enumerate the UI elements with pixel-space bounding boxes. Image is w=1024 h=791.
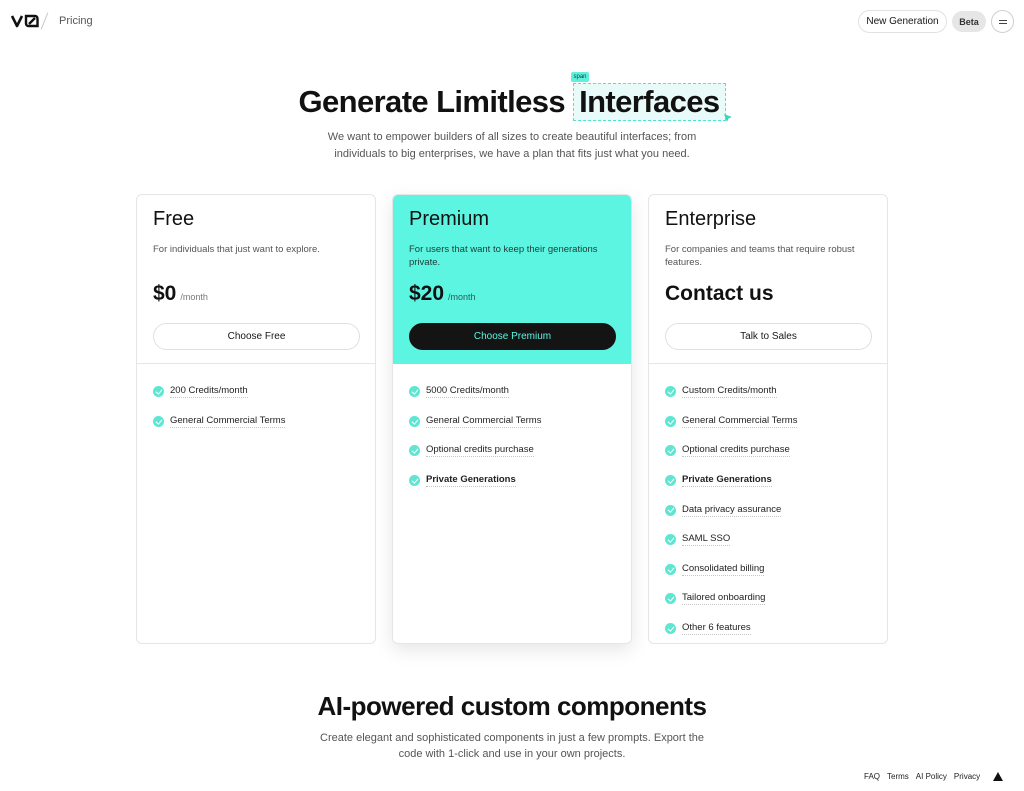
feature-item: SAML SSO	[665, 525, 797, 555]
new-generation-button[interactable]: New Generation	[858, 10, 947, 33]
check-icon	[665, 534, 676, 546]
feature-item[interactable]: Other 6 features	[665, 614, 797, 643]
feature-item: Private Generations	[409, 466, 541, 496]
v0-logo[interactable]	[11, 14, 39, 28]
breadcrumb-separator	[40, 12, 49, 30]
check-icon	[153, 415, 164, 427]
check-icon	[409, 445, 420, 457]
contact-us-text: Contact us	[665, 282, 774, 305]
feature-list: 200 Credits/month General Commercial Ter…	[153, 377, 286, 437]
feature-item: Optional credits purchase	[665, 436, 797, 466]
feature-list: Custom Credits/month General Commercial …	[665, 377, 798, 643]
footer-link-faq[interactable]: FAQ	[864, 772, 880, 781]
plan-description: For individuals that just want to explor…	[153, 244, 320, 255]
check-icon	[665, 475, 676, 487]
feature-item: General Commercial Terms	[409, 407, 542, 437]
price-period: /month	[448, 292, 476, 302]
feature-item: 200 Credits/month	[153, 377, 285, 407]
plan-header: Enterprise For companies and teams that …	[649, 195, 887, 364]
page-title: Generate Limitless Interfaces	[0, 83, 1024, 121]
footer-link-ai-policy[interactable]: AI Policy	[916, 772, 947, 781]
plan-header: Premium For users that want to keep thei…	[393, 195, 631, 364]
menu-icon	[999, 20, 1007, 21]
check-icon	[665, 415, 676, 427]
check-icon	[665, 386, 676, 398]
feature-item: Data privacy assurance	[665, 495, 797, 525]
check-icon	[665, 563, 676, 575]
plan-card-enterprise: Enterprise For companies and teams that …	[648, 194, 888, 644]
check-icon	[153, 386, 164, 398]
feature-item: Custom Credits/month	[665, 377, 797, 407]
price-amount: $20	[409, 282, 445, 305]
feature-item: General Commercial Terms	[665, 407, 798, 437]
choose-premium-button[interactable]: Choose Premium	[409, 323, 616, 350]
feature-list: 5000 Credits/month General Commercial Te…	[409, 377, 542, 496]
check-icon	[665, 445, 676, 457]
check-icon	[665, 504, 676, 516]
top-bar: Pricing New Generation Beta	[0, 0, 1024, 44]
footer-links: FAQ Terms AI Policy Privacy	[864, 772, 1004, 781]
plan-name: Premium	[409, 208, 490, 230]
check-icon	[665, 593, 676, 605]
plan-price: $20 /month	[409, 282, 476, 306]
menu-button[interactable]	[991, 10, 1014, 33]
talk-to-sales-button[interactable]: Talk to Sales	[665, 323, 872, 350]
footer-link-terms[interactable]: Terms	[887, 772, 909, 781]
feature-item: 5000 Credits/month	[409, 377, 541, 407]
title-highlight: Interfaces	[573, 83, 726, 121]
price-period: /month	[180, 292, 208, 302]
feature-item: Private Generations	[665, 466, 797, 496]
vercel-triangle-icon[interactable]	[993, 772, 1004, 781]
check-icon	[409, 475, 420, 487]
span-tag: span	[571, 72, 589, 82]
plan-header: Free For individuals that just want to e…	[137, 195, 375, 364]
beta-badge: Beta	[952, 11, 986, 32]
footer-link-privacy[interactable]: Privacy	[954, 772, 980, 781]
choose-free-button[interactable]: Choose Free	[153, 323, 360, 350]
check-icon	[665, 623, 676, 635]
plan-name: Free	[153, 208, 195, 230]
breadcrumb-pricing[interactable]: Pricing	[59, 15, 93, 27]
section-subtitle: Create elegant and sophisticated compone…	[320, 732, 704, 760]
feature-item: Tailored onboarding	[665, 584, 797, 614]
price-amount: $0	[153, 282, 177, 305]
feature-item: Consolidated billing	[665, 555, 797, 585]
feature-item: General Commercial Terms	[153, 407, 286, 437]
title-start: Generate Limitless	[298, 84, 566, 119]
section-title: AI-powered custom components	[317, 691, 707, 721]
feature-item: Optional credits purchase	[409, 436, 541, 466]
cursor-icon	[724, 114, 732, 122]
check-icon	[409, 386, 420, 398]
plan-card-premium: Premium For users that want to keep thei…	[392, 194, 632, 644]
plan-name: Enterprise	[665, 208, 757, 230]
page-subtitle: We want to empower builders of all sizes…	[327, 131, 697, 160]
plan-description: For users that want to keep their genera…	[409, 244, 598, 268]
check-icon	[409, 415, 420, 427]
plan-card-free: Free For individuals that just want to e…	[136, 194, 376, 644]
plan-price: $0 /month	[153, 282, 208, 306]
plan-description: For companies and teams that require rob…	[665, 244, 855, 268]
